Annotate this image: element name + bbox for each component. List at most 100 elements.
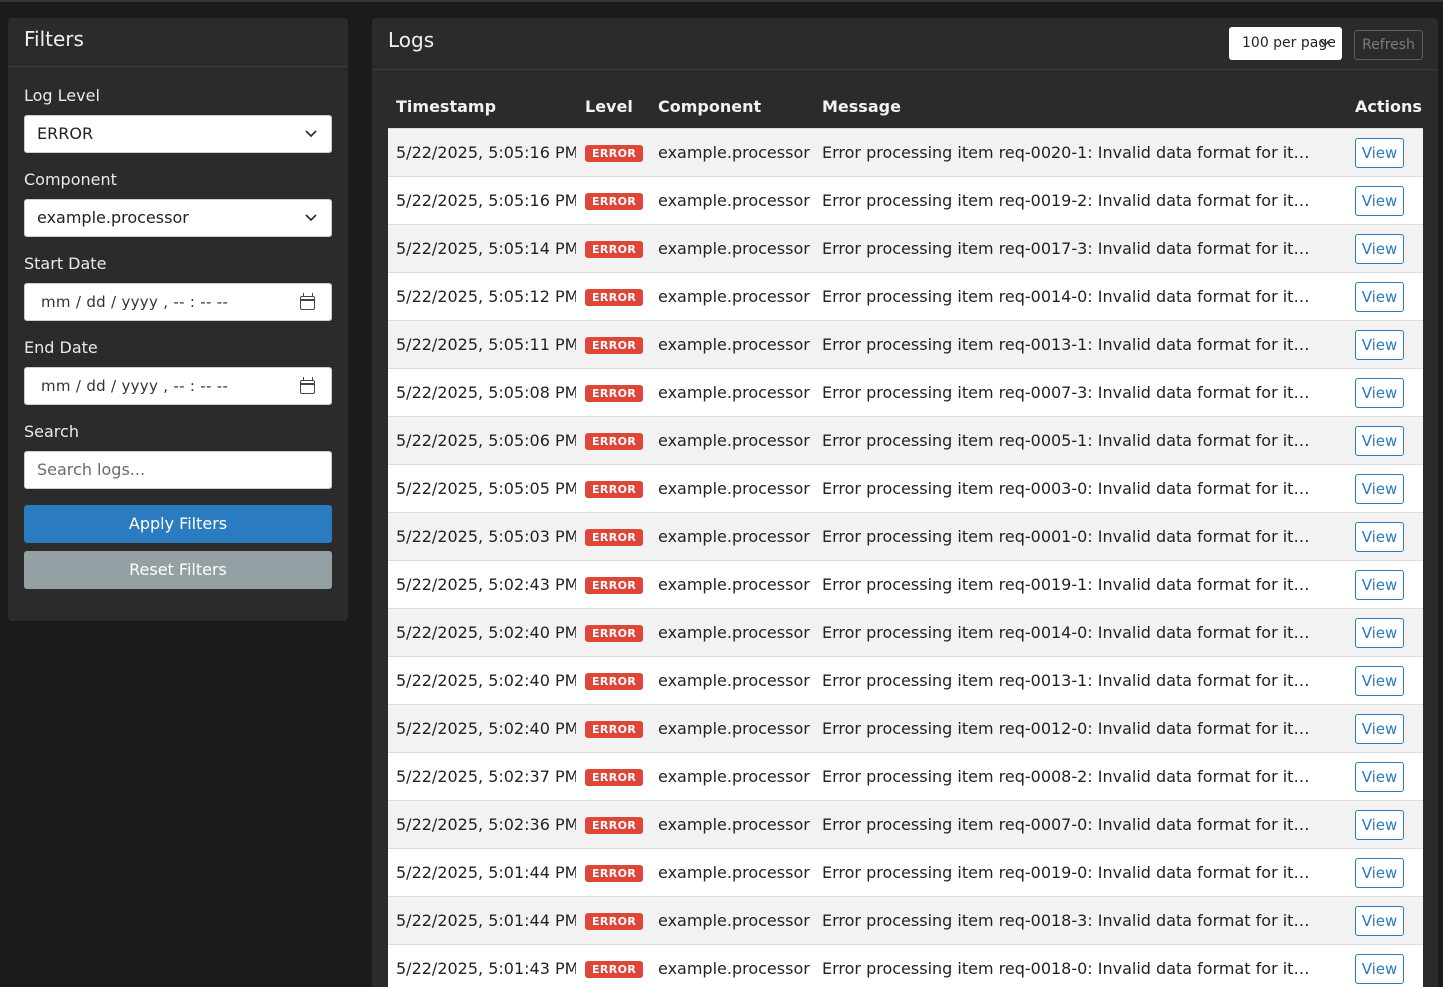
view-button[interactable]: View <box>1355 714 1404 744</box>
row-timestamp: 5/22/2025, 5:05:16 PM <box>396 143 576 162</box>
row-component: example.processor <box>658 239 810 258</box>
row-timestamp: 5/22/2025, 5:02:37 PM <box>396 767 576 786</box>
chevron-down-icon <box>305 200 317 251</box>
row-message: Error processing item req-0014-0: Invali… <box>822 623 1318 642</box>
start-date-input[interactable]: mm / dd / yyyy , -- : -- -- <box>24 283 332 321</box>
col-component[interactable]: Component <box>658 97 761 116</box>
level-badge: ERROR <box>585 817 644 834</box>
table-row: 5/22/2025, 5:02:43 PM ERROR example.proces… <box>388 560 1423 608</box>
row-timestamp: 5/22/2025, 5:02:43 PM <box>396 575 576 594</box>
table-body: 5/22/2025, 5:05:16 PM ERROR example.proces… <box>388 128 1423 987</box>
row-message: Error processing item req-0012-0: Invali… <box>822 719 1318 738</box>
table-row: 5/22/2025, 5:01:44 PM ERROR example.proces… <box>388 848 1423 896</box>
view-button[interactable]: View <box>1355 330 1404 360</box>
row-level: ERROR <box>585 225 644 272</box>
view-button[interactable]: View <box>1355 186 1404 216</box>
col-message[interactable]: Message <box>822 97 901 116</box>
table-row: 5/22/2025, 5:01:44 PM ERROR example.proces… <box>388 896 1423 944</box>
row-level: ERROR <box>585 129 644 176</box>
row-component: example.processor <box>658 335 810 354</box>
row-component: example.processor <box>658 719 810 738</box>
logs-table: Timestamp Level Component Message Action… <box>388 88 1423 987</box>
row-component: example.processor <box>658 431 810 450</box>
row-level: ERROR <box>585 369 644 416</box>
filters-title: Filters <box>24 27 84 51</box>
row-level: ERROR <box>585 417 644 464</box>
level-badge: ERROR <box>585 769 644 786</box>
view-button[interactable]: View <box>1355 522 1404 552</box>
view-button[interactable]: View <box>1355 666 1404 696</box>
table-row: 5/22/2025, 5:05:16 PM ERROR example.proces… <box>388 128 1423 176</box>
level-badge: ERROR <box>585 673 644 690</box>
row-level: ERROR <box>585 177 644 224</box>
level-badge: ERROR <box>585 241 644 258</box>
table-row: 5/22/2025, 5:05:12 PM ERROR example.proces… <box>388 272 1423 320</box>
view-button[interactable]: View <box>1355 906 1404 936</box>
row-message: Error processing item req-0017-3: Invali… <box>822 239 1318 258</box>
log-level-group: Log Level ERROR <box>24 85 332 153</box>
calendar-icon[interactable] <box>300 377 315 394</box>
table-row: 5/22/2025, 5:05:08 PM ERROR example.proces… <box>388 368 1423 416</box>
table-row: 5/22/2025, 5:02:40 PM ERROR example.proces… <box>388 656 1423 704</box>
view-button[interactable]: View <box>1355 138 1404 168</box>
row-message: Error processing item req-0018-0: Invali… <box>822 959 1318 978</box>
end-date-input[interactable]: mm / dd / yyyy , -- : -- -- <box>24 367 332 405</box>
row-component: example.processor <box>658 911 810 930</box>
reset-filters-button[interactable]: Reset Filters <box>24 551 332 589</box>
row-level: ERROR <box>585 753 644 800</box>
view-button[interactable]: View <box>1355 762 1404 792</box>
row-timestamp: 5/22/2025, 5:02:40 PM <box>396 719 576 738</box>
search-input[interactable]: Search logs... <box>24 451 332 489</box>
view-button[interactable]: View <box>1355 474 1404 504</box>
view-button[interactable]: View <box>1355 954 1404 984</box>
view-button[interactable]: View <box>1355 426 1404 456</box>
level-badge: ERROR <box>585 433 644 450</box>
row-timestamp: 5/22/2025, 5:02:36 PM <box>396 815 576 834</box>
view-button[interactable]: View <box>1355 282 1404 312</box>
view-button[interactable]: View <box>1355 234 1404 264</box>
row-timestamp: 5/22/2025, 5:02:40 PM <box>396 623 576 642</box>
component-value: example.processor <box>37 208 189 227</box>
row-level: ERROR <box>585 465 644 512</box>
table-row: 5/22/2025, 5:01:43 PM ERROR example.proces… <box>388 944 1423 987</box>
view-button[interactable]: View <box>1355 570 1404 600</box>
col-timestamp[interactable]: Timestamp <box>396 97 496 116</box>
row-level: ERROR <box>585 321 644 368</box>
table-row: 5/22/2025, 5:05:06 PM ERROR example.proces… <box>388 416 1423 464</box>
component-label: Component <box>24 170 117 189</box>
col-level[interactable]: Level <box>585 97 633 116</box>
log-level-select[interactable]: ERROR <box>24 115 332 153</box>
row-timestamp: 5/22/2025, 5:02:40 PM <box>396 671 576 690</box>
start-date-value: mm / dd / yyyy , -- : -- -- <box>41 293 229 311</box>
level-badge: ERROR <box>585 913 644 930</box>
row-message: Error processing item req-0020-1: Invali… <box>822 143 1318 162</box>
table-row: 5/22/2025, 5:02:40 PM ERROR example.proces… <box>388 608 1423 656</box>
table-row: 5/22/2025, 5:02:37 PM ERROR example.proces… <box>388 752 1423 800</box>
row-message: Error processing item req-0019-0: Invali… <box>822 863 1318 882</box>
table-row: 5/22/2025, 5:05:05 PM ERROR example.proces… <box>388 464 1423 512</box>
logs-header: Logs 100 per page Refresh <box>372 18 1438 70</box>
row-timestamp: 5/22/2025, 5:05:05 PM <box>396 479 576 498</box>
row-timestamp: 5/22/2025, 5:05:14 PM <box>396 239 576 258</box>
view-button[interactable]: View <box>1355 858 1404 888</box>
apply-filters-button[interactable]: Apply Filters <box>24 505 332 543</box>
row-component: example.processor <box>658 191 810 210</box>
view-button[interactable]: View <box>1355 378 1404 408</box>
view-button[interactable]: View <box>1355 810 1404 840</box>
refresh-button[interactable]: Refresh <box>1354 30 1423 60</box>
row-message: Error processing item req-0007-0: Invali… <box>822 815 1318 834</box>
row-message: Error processing item req-0001-0: Invali… <box>822 527 1318 546</box>
row-message: Error processing item req-0013-1: Invali… <box>822 335 1318 354</box>
calendar-icon[interactable] <box>300 293 315 310</box>
row-timestamp: 5/22/2025, 5:05:11 PM <box>396 335 576 354</box>
table-row: 5/22/2025, 5:05:11 PM ERROR example.proces… <box>388 320 1423 368</box>
row-level: ERROR <box>585 273 644 320</box>
table-row: 5/22/2025, 5:05:16 PM ERROR example.proces… <box>388 176 1423 224</box>
component-select[interactable]: example.processor <box>24 199 332 237</box>
per-page-select[interactable]: 100 per page <box>1229 27 1342 60</box>
chevron-down-icon <box>305 116 317 167</box>
log-level-value: ERROR <box>37 124 94 143</box>
view-button[interactable]: View <box>1355 618 1404 648</box>
level-badge: ERROR <box>585 145 644 162</box>
level-badge: ERROR <box>585 193 644 210</box>
